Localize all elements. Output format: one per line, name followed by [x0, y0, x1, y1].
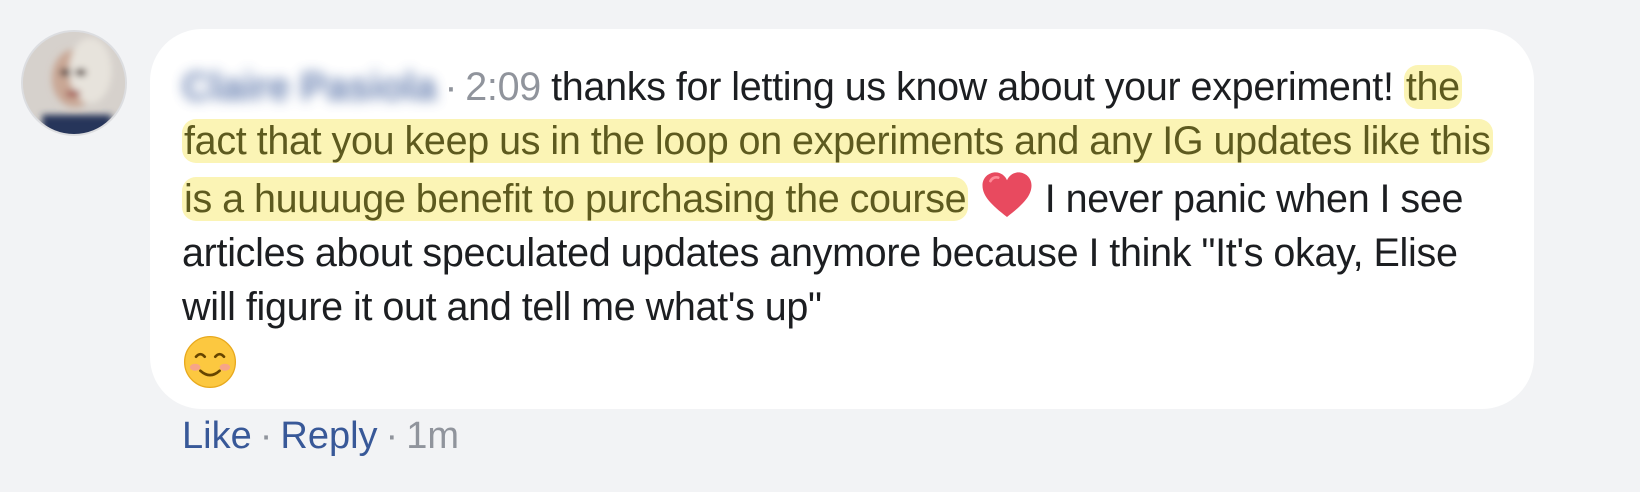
- comment-actions: Like · Reply · 1m: [182, 410, 459, 462]
- reply-link[interactable]: Reply: [280, 415, 377, 457]
- action-separator: ·: [385, 415, 399, 457]
- avatar-photo: [23, 32, 125, 134]
- author-name[interactable]: Claire Pasiola: [182, 60, 437, 114]
- comment-text: Claire Pasiola · 2:09 thanks for letting u…: [182, 60, 1508, 392]
- comment-age[interactable]: 1m: [406, 415, 459, 457]
- comment-time[interactable]: 2:09: [465, 65, 541, 109]
- action-separator: ·: [259, 415, 273, 457]
- comment: Claire Pasiola · 2:09 thanks for letting u…: [0, 0, 1640, 492]
- meta-separator: ·: [444, 65, 458, 109]
- like-link[interactable]: Like: [182, 415, 252, 457]
- comment-text-intro: thanks for letting us know about your ex…: [551, 65, 1394, 109]
- smiling-face-emoji-icon: [182, 334, 238, 390]
- heart-emoji-icon: [979, 168, 1035, 224]
- avatar[interactable]: [21, 30, 127, 136]
- comment-bubble: Claire Pasiola · 2:09 thanks for letting u…: [150, 29, 1534, 409]
